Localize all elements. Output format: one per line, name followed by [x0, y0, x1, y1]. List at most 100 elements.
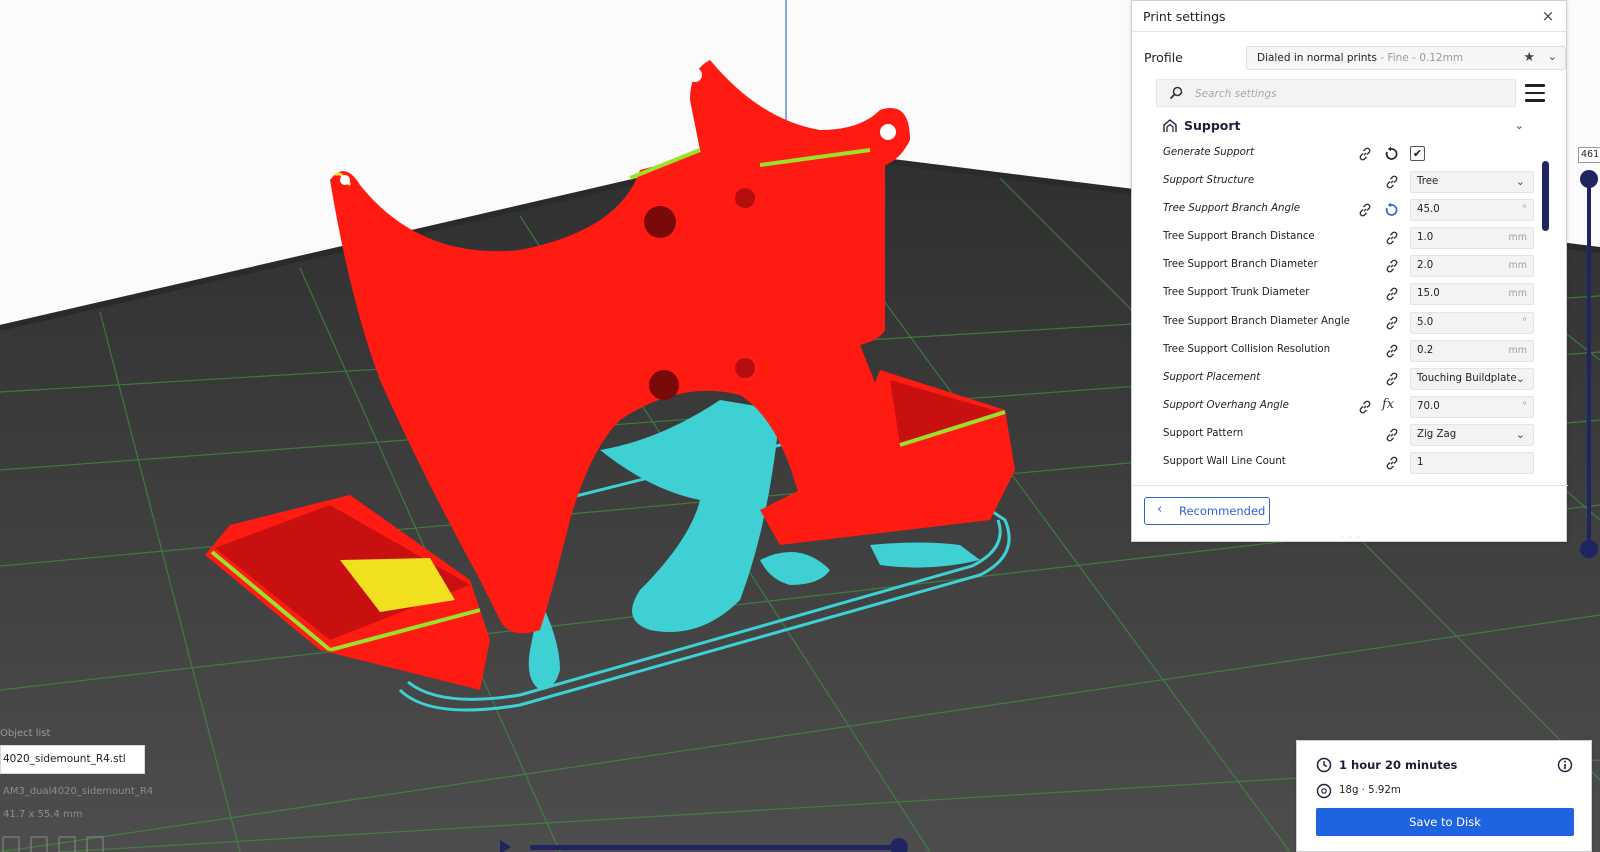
setting-value: 1	[1417, 457, 1424, 469]
material-usage: 18g · 5.92m	[1339, 785, 1401, 796]
info-icon[interactable]	[1557, 757, 1573, 773]
link-icon[interactable]	[1384, 455, 1400, 471]
setting-unit: °	[1522, 400, 1527, 412]
chevron-down-icon[interactable]: ⌄	[1515, 119, 1524, 132]
recommended-label: Recommended	[1179, 504, 1266, 518]
setting-label: Tree Support Branch Diameter Angle	[1163, 315, 1350, 327]
setting-input[interactable]: 1	[1410, 452, 1534, 475]
setting-label: Support Pattern	[1163, 427, 1244, 439]
object-dimensions: 41.7 x 55.4 mm	[3, 809, 83, 820]
setting-row: Support Placement Touching Buildplate ⌄	[1162, 366, 1534, 394]
link-icon[interactable]	[1384, 230, 1400, 246]
setting-unit: mm	[1508, 344, 1527, 356]
setting-unit: °	[1522, 204, 1527, 216]
clock-icon	[1316, 757, 1332, 773]
link-icon[interactable]	[1357, 146, 1373, 162]
chevron-down-icon: ⌄	[1515, 371, 1525, 385]
setting-value: 70.0	[1417, 400, 1440, 412]
print-time: 1 hour 20 minutes	[1339, 758, 1458, 772]
setting-checkbox[interactable]: ✔	[1410, 146, 1425, 161]
setting-input[interactable]: 15.0 mm	[1410, 283, 1534, 306]
settings-scrollbar[interactable]	[1542, 161, 1549, 231]
chevron-down-icon[interactable]: ⌄	[1548, 50, 1557, 63]
support-section-header[interactable]: Support ⌄	[1160, 116, 1550, 138]
setting-label: Tree Support Collision Resolution	[1163, 343, 1331, 355]
panel-resize-handle[interactable]: · · ·	[1341, 533, 1360, 543]
save-to-disk-button[interactable]: Save to Disk	[1316, 808, 1574, 836]
path-slider-handle[interactable]	[890, 838, 908, 852]
menu-icon[interactable]	[1525, 84, 1545, 102]
play-icon[interactable]	[500, 840, 511, 852]
view-front-icon[interactable]	[30, 836, 48, 852]
reset-icon[interactable]	[1383, 146, 1399, 162]
setting-unit: mm	[1508, 288, 1527, 300]
profile-label: Profile	[1144, 50, 1183, 65]
spool-icon	[1316, 783, 1332, 799]
panel-header: Print settings ×	[1132, 1, 1566, 32]
link-icon[interactable]	[1384, 315, 1400, 331]
setting-input[interactable]: 0.2 mm	[1410, 339, 1534, 362]
path-slider-track[interactable]	[530, 845, 900, 850]
setting-input[interactable]: 2.0 mm	[1410, 255, 1534, 278]
link-icon[interactable]	[1384, 371, 1400, 387]
panel-title: Print settings	[1143, 8, 1226, 24]
link-icon[interactable]	[1357, 399, 1373, 415]
section-title: Support	[1184, 118, 1241, 133]
setting-value: 1.0	[1417, 232, 1434, 244]
search-box[interactable]	[1156, 79, 1516, 107]
chevron-down-icon: ⌄	[1515, 427, 1525, 441]
setting-value: 15.0	[1417, 288, 1440, 300]
setting-row: Generate Support ✔	[1162, 141, 1534, 169]
panel-footer-divider	[1132, 485, 1568, 486]
search-input[interactable]	[1195, 84, 1505, 104]
setting-value: Touching Buildplate	[1417, 372, 1517, 384]
setting-row: Support Pattern Zig Zag ⌄	[1162, 422, 1534, 450]
link-icon[interactable]	[1384, 343, 1400, 359]
setting-label: Support Wall Line Count	[1163, 456, 1286, 468]
setting-label: Support Placement	[1163, 371, 1261, 383]
settings-list: Generate Support ✔ Support Structure Tree ⌄ T…	[1162, 141, 1534, 477]
setting-value: Zig Zag	[1417, 428, 1457, 440]
recommended-button[interactable]: ‹ Recommended	[1144, 497, 1270, 525]
setting-dropdown[interactable]: Tree ⌄	[1410, 171, 1534, 194]
setting-label: Tree Support Trunk Diameter	[1163, 287, 1310, 299]
setting-value: 45.0	[1417, 204, 1440, 216]
close-icon[interactable]: ×	[1540, 8, 1556, 24]
setting-label: Generate Support	[1163, 147, 1255, 158]
link-icon[interactable]	[1384, 286, 1400, 302]
profile-dropdown[interactable]: Dialed in normal prints - Fine - 0.12mm …	[1246, 46, 1566, 70]
setting-label: Support Overhang Angle	[1163, 399, 1289, 411]
view-left-icon[interactable]	[86, 836, 104, 852]
profile-quality: - Fine - 0.12mm	[1377, 52, 1464, 64]
setting-value: 2.0	[1417, 260, 1434, 272]
setting-input[interactable]: 45.0 °	[1410, 199, 1534, 222]
setting-input[interactable]: 5.0 °	[1410, 311, 1534, 334]
link-icon[interactable]	[1384, 258, 1400, 274]
layer-slider-top-handle[interactable]	[1580, 170, 1598, 188]
setting-input[interactable]: 70.0 °	[1410, 395, 1534, 418]
link-icon[interactable]	[1384, 427, 1400, 443]
setting-row: Support Overhang Angle fx 70.0 °	[1162, 394, 1534, 422]
view-orientation-buttons	[2, 836, 104, 852]
setting-unit: °	[1522, 316, 1527, 328]
link-icon[interactable]	[1384, 174, 1400, 190]
function-icon[interactable]: fx	[1382, 397, 1394, 412]
object-list-file[interactable]: 4020_sidemount_R4.stl	[0, 745, 145, 774]
link-icon[interactable]	[1357, 202, 1373, 218]
setting-row: Support Wall Line Count 1	[1162, 450, 1534, 477]
view-top-icon[interactable]	[58, 836, 76, 852]
setting-value: Tree	[1417, 176, 1439, 188]
setting-input[interactable]: 1.0 mm	[1410, 227, 1534, 250]
setting-label: Tree Support Branch Angle	[1163, 203, 1301, 215]
layer-slider-track[interactable]	[1587, 176, 1591, 548]
setting-dropdown[interactable]: Zig Zag ⌄	[1410, 423, 1534, 446]
reset-icon[interactable]	[1383, 202, 1399, 218]
setting-value: 5.0	[1417, 316, 1434, 328]
profile-row: Profile Dialed in normal prints - Fine -…	[1144, 46, 1566, 70]
setting-row: Tree Support Branch Diameter Angle 5.0 °	[1162, 310, 1534, 338]
star-icon[interactable]: ★	[1523, 50, 1535, 65]
view-3d-icon[interactable]	[2, 836, 20, 852]
layer-number-field[interactable]: 461	[1578, 147, 1600, 163]
layer-slider-bottom-handle[interactable]	[1580, 540, 1598, 558]
setting-dropdown[interactable]: Touching Buildplate ⌄	[1410, 367, 1534, 390]
